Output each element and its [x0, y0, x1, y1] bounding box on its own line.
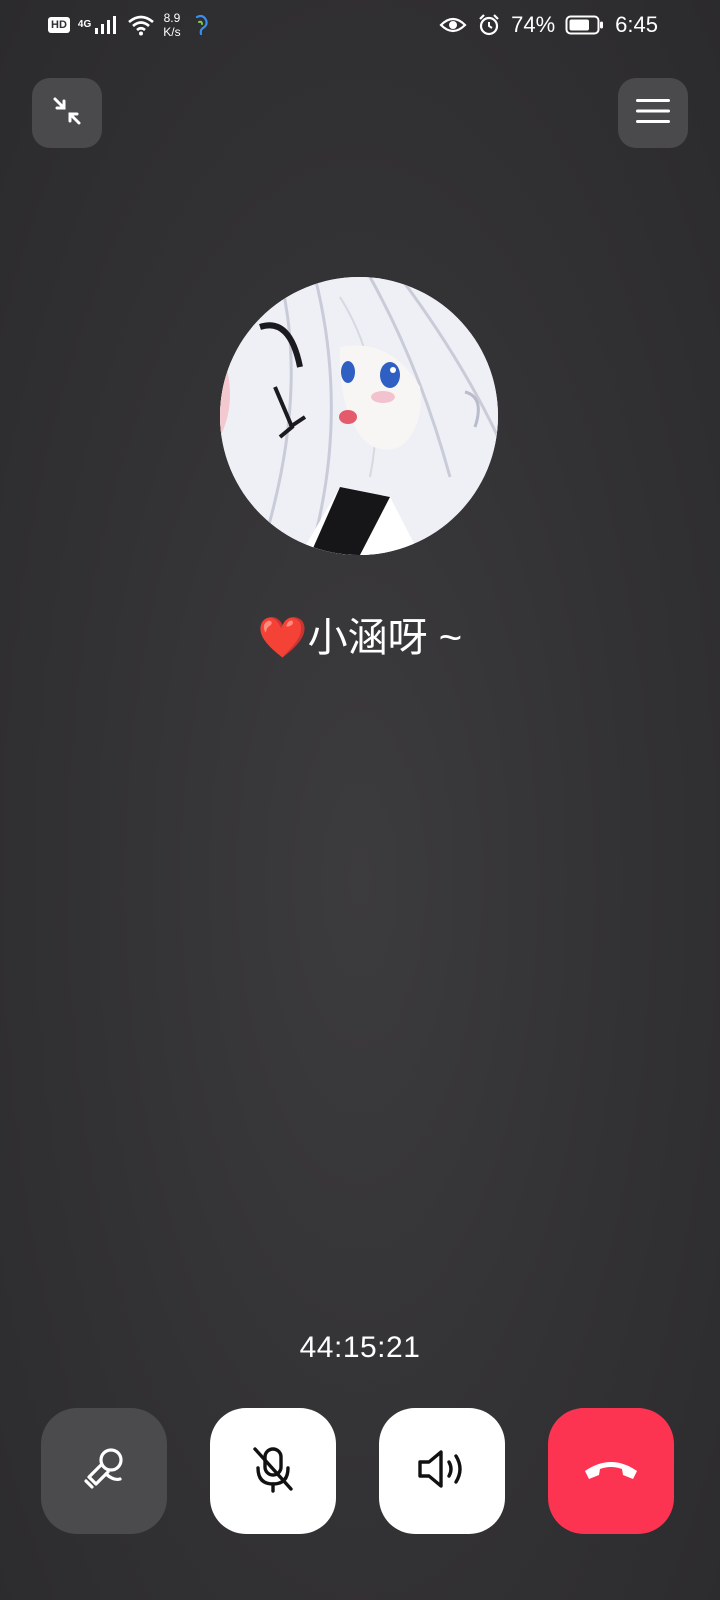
- call-duration: 44:15:21: [299, 1331, 421, 1364]
- alarm-icon: [477, 13, 501, 37]
- signal-icon: 4G: [78, 15, 119, 35]
- network-speed-unit: K/s: [163, 25, 181, 39]
- mic-off-icon: [245, 1441, 301, 1502]
- camera-switch-icon: [76, 1441, 132, 1502]
- network-speed: 8.9 K/s: [163, 11, 180, 39]
- clock: 6:45: [615, 12, 658, 37]
- contact-name: ❤️小涵呀 ~: [0, 612, 720, 664]
- contact-name-text: 小涵呀 ~: [307, 616, 463, 660]
- network-type: 4G: [77, 19, 92, 30]
- menu-button[interactable]: [618, 78, 688, 148]
- speaker-icon: [412, 1441, 472, 1502]
- hang-up-button[interactable]: [548, 1408, 674, 1534]
- eye-icon: [439, 15, 467, 35]
- network-speed-value: 8.9: [163, 11, 181, 25]
- avatar-illustration: [220, 277, 498, 555]
- status-bar: HD 4G 8.9 K/s 74% 6:45: [0, 0, 720, 50]
- minimize-button[interactable]: [32, 78, 102, 148]
- menu-icon: [635, 96, 671, 131]
- status-right: 74% 6:45: [439, 10, 658, 40]
- phone-listen-icon: [189, 13, 213, 37]
- mute-button[interactable]: [210, 1408, 336, 1534]
- speaker-button[interactable]: [379, 1408, 505, 1534]
- minimize-icon: [50, 94, 84, 133]
- status-left: HD 4G 8.9 K/s: [48, 10, 213, 40]
- battery-icon: [565, 14, 605, 36]
- switch-camera-button[interactable]: [41, 1408, 167, 1534]
- hang-up-icon: [579, 1449, 643, 1494]
- heart-icon: ❤️: [257, 616, 308, 660]
- wifi-icon: [127, 14, 155, 36]
- hd-badge: HD: [48, 17, 70, 33]
- battery-percent: 74%: [511, 12, 556, 37]
- contact-avatar: [220, 277, 498, 555]
